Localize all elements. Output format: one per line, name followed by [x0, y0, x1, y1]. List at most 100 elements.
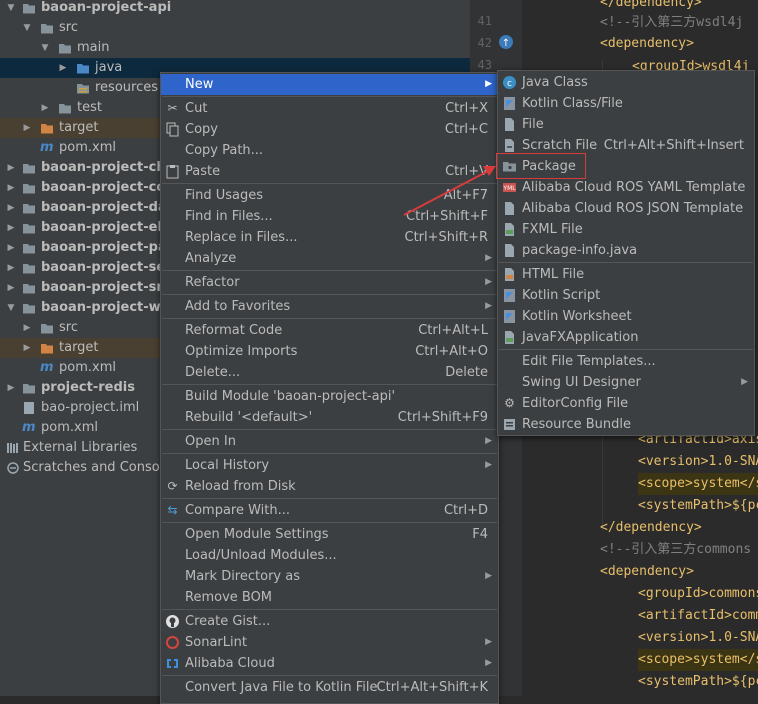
menu-item-resource-bundle[interactable]: Resource Bundle: [498, 414, 754, 435]
chevron-down-icon[interactable]: ▼: [22, 18, 32, 38]
menu-item-delete[interactable]: Delete... Delete: [161, 362, 498, 383]
menu-item-refactor[interactable]: Refactor ▶: [161, 272, 498, 293]
menu-item-copy[interactable]: Copy Ctrl+C: [161, 119, 498, 140]
chevron-down-icon[interactable]: ▼: [6, 298, 16, 318]
menu-item-label: Reformat Code: [185, 323, 283, 338]
menu-shortcut: Delete: [445, 365, 488, 380]
menu-item-ros-json[interactable]: Alibaba Cloud ROS JSON Template: [498, 198, 754, 219]
menu-item-html-file[interactable]: HTML File: [498, 264, 754, 285]
menu-item-optimize-imports[interactable]: Optimize Imports Ctrl+Alt+O: [161, 341, 498, 362]
menu-item-label: JavaFXApplication: [522, 330, 639, 345]
tree-item-src[interactable]: ▼ src: [0, 18, 470, 38]
menu-item-kotlin-script[interactable]: Kotlin Script: [498, 285, 754, 306]
menu-item-java-class[interactable]: c Java Class: [498, 72, 754, 93]
chevron-right-icon[interactable]: ▶: [6, 198, 16, 218]
menu-item-compare-with[interactable]: ⇆ Compare With... Ctrl+D: [161, 500, 498, 521]
chevron-right-icon[interactable]: ▶: [40, 98, 50, 118]
menu-item-sonarlint[interactable]: SonarLint ▶: [161, 632, 498, 653]
code-line: <!--引入第三方commons: [600, 542, 752, 557]
menu-item-analyze[interactable]: Analyze ▶: [161, 248, 498, 269]
menu-item-swing-ui-designer[interactable]: Swing UI Designer ▶: [498, 372, 754, 393]
menu-item-load-unload-modules[interactable]: Load/Unload Modules...: [161, 545, 498, 566]
menu-shortcut: Ctrl+Alt+Shift+K: [376, 680, 488, 695]
menu-item-package-info[interactable]: package-info.java: [498, 240, 754, 261]
chevron-right-icon[interactable]: ▶: [6, 258, 16, 278]
menu-item-editorconfig-file[interactable]: ⚙ EditorConfig File: [498, 393, 754, 414]
tree-item-label: resources: [95, 80, 159, 95]
menu-item-rebuild[interactable]: Rebuild '<default>' Ctrl+Shift+F9: [161, 407, 498, 428]
menu-item-mark-directory[interactable]: Mark Directory as ▶: [161, 566, 498, 587]
menu-item-label: Alibaba Cloud: [185, 656, 275, 671]
menu-separator: [162, 183, 497, 184]
menu-item-label: Resource Bundle: [522, 417, 632, 432]
menu-item-edit-file-templates[interactable]: Edit File Templates...: [498, 351, 754, 372]
code-line: <systemPath>${pc: [638, 498, 758, 513]
svg-text:c: c: [507, 79, 512, 89]
menu-item-alibaba-cloud[interactable]: Alibaba Cloud ▶: [161, 653, 498, 674]
module-folder-icon: [23, 204, 35, 214]
menu-item-label: HTML File: [522, 267, 585, 282]
code-line: <dependency>: [600, 36, 694, 51]
menu-item-create-gist[interactable]: Create Gist...: [161, 611, 498, 632]
json-file-icon: [505, 202, 514, 215]
menu-shortcut: Ctrl+X: [445, 101, 488, 116]
menu-shortcut: Ctrl+D: [443, 503, 488, 518]
chevron-right-icon[interactable]: ▶: [6, 178, 16, 198]
chevron-down-icon[interactable]: ▼: [40, 38, 50, 58]
submenu-arrow-icon: ▶: [485, 460, 492, 470]
menu-item-new[interactable]: New ▶: [161, 74, 498, 95]
menu-item-find-usages[interactable]: Find Usages Alt+F7: [161, 185, 498, 206]
menu-item-find-in-files[interactable]: Find in Files... Ctrl+Shift+F: [161, 206, 498, 227]
menu-item-copy-path[interactable]: Copy Path...: [161, 140, 498, 161]
menu-item-open-in[interactable]: Open In ▶: [161, 431, 498, 452]
chevron-right-icon[interactable]: ▶: [6, 378, 16, 398]
chevron-right-icon[interactable]: ▶: [22, 118, 32, 138]
module-folder-icon: [23, 244, 35, 254]
menu-item-remove-bom[interactable]: Remove BOM: [161, 587, 498, 608]
menu-item-label: Open Module Settings: [185, 527, 329, 542]
submenu-arrow-icon: ▶: [485, 436, 492, 446]
menu-item-build-module[interactable]: Build Module 'baoan-project-api': [161, 386, 498, 407]
menu-item-replace-in-files[interactable]: Replace in Files... Ctrl+Shift+R: [161, 227, 498, 248]
alibaba-cloud-icon: [167, 659, 178, 668]
submenu-arrow-icon: ▶: [485, 79, 492, 89]
menu-item-label: Local History: [185, 458, 270, 473]
menu-item-label: Find in Files...: [185, 209, 273, 224]
tree-item-label: pom.xml: [41, 420, 98, 435]
tree-item-label: test: [77, 100, 102, 115]
menu-item-fxml-file[interactable]: FXML File: [498, 219, 754, 240]
menu-item-cut[interactable]: ✂ Cut Ctrl+X: [161, 98, 498, 119]
chevron-right-icon[interactable]: ▶: [6, 218, 16, 238]
menu-item-add-to-favorites[interactable]: Add to Favorites ▶: [161, 296, 498, 317]
menu-item-open-module-settings[interactable]: Open Module Settings F4: [161, 524, 498, 545]
chevron-right-icon[interactable]: ▶: [22, 338, 32, 358]
menu-separator: [162, 522, 497, 523]
menu-item-kotlin-class[interactable]: Kotlin Class/File: [498, 93, 754, 114]
maven-dependency-gutter-icon[interactable]: ↑: [498, 34, 514, 50]
menu-item-reformat-code[interactable]: Reformat Code Ctrl+Alt+L: [161, 320, 498, 341]
resources-folder-icon: [77, 84, 89, 94]
menu-item-ros-yaml[interactable]: YML Alibaba Cloud ROS YAML Template: [498, 177, 754, 198]
chevron-right-icon[interactable]: ▶: [6, 158, 16, 178]
chevron-right-icon[interactable]: ▶: [6, 238, 16, 258]
submenu-arrow-icon: ▶: [485, 658, 492, 668]
menu-shortcut: Ctrl+Alt+L: [418, 323, 488, 338]
chevron-right-icon[interactable]: ▶: [58, 58, 68, 78]
resource-bundle-icon: [504, 419, 515, 430]
menu-item-convert-to-kotlin[interactable]: Convert Java File to Kotlin File Ctrl+Al…: [161, 677, 498, 698]
menu-item-file[interactable]: File: [498, 114, 754, 135]
scratches-icon: [7, 462, 19, 474]
menu-item-kotlin-worksheet[interactable]: Kotlin Worksheet: [498, 306, 754, 327]
menu-item-label: New: [185, 77, 214, 92]
chevron-down-icon[interactable]: ▼: [6, 0, 16, 18]
chevron-right-icon[interactable]: ▶: [6, 278, 16, 298]
menu-item-javafx-application[interactable]: JavaFXApplication: [498, 327, 754, 348]
menu-item-local-history[interactable]: Local History ▶: [161, 455, 498, 476]
menu-item-reload[interactable]: ⟳ Reload from Disk: [161, 476, 498, 497]
menu-item-paste[interactable]: Paste Ctrl+V: [161, 161, 498, 182]
code-line: </dependency>: [600, 520, 702, 535]
chevron-right-icon[interactable]: ▶: [22, 318, 32, 338]
tree-item-baoan-project-api[interactable]: ▼ baoan-project-api: [0, 0, 470, 18]
code-line: <groupId>commons: [638, 586, 758, 601]
tree-item-main[interactable]: ▼ main: [0, 38, 470, 58]
